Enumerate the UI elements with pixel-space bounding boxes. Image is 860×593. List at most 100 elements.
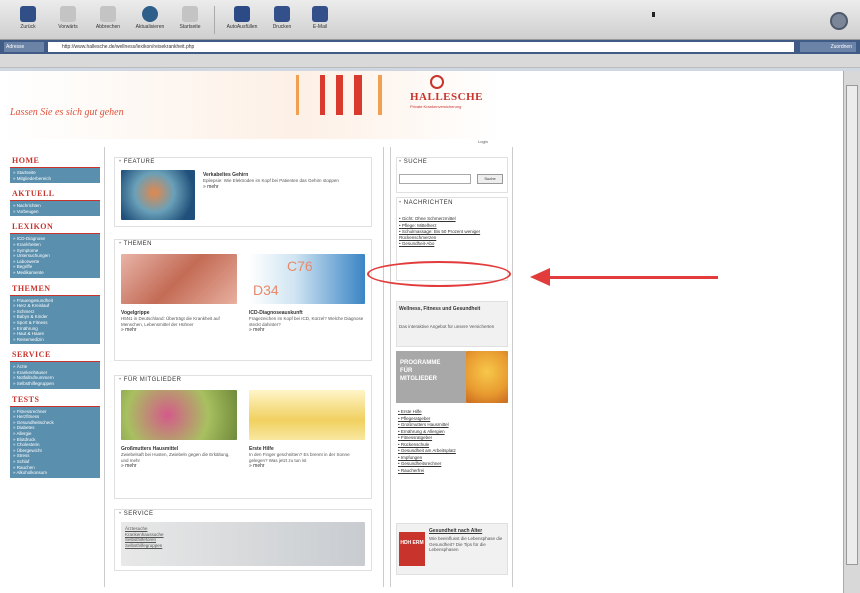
banner-stripe (296, 75, 299, 115)
stop-icon (100, 6, 116, 22)
nav-item[interactable]: » Mitgliederbereich (13, 176, 97, 182)
nav-section: SERVICE» Ärzte» Krankenhäuser» Notfallru… (10, 349, 100, 389)
nav-item[interactable]: » Vorbeugen (13, 209, 97, 215)
refresh-button[interactable]: Aktualisieren (128, 4, 172, 36)
nav-heading[interactable]: HOME (10, 155, 100, 168)
service-box: SERVICE Ärztesuche Krankenhaussuche Selb… (114, 509, 372, 571)
mitglieder-more-link-1[interactable]: » mehr (121, 463, 237, 469)
promo-line: MITGLIEDER (400, 376, 437, 382)
search-button[interactable]: Suche (477, 174, 503, 184)
mitglieder-more-link-2[interactable]: » mehr (249, 463, 365, 469)
nav-items: » ICD-Diagnose» Krankheiten» Symptome» U… (10, 234, 100, 278)
nav-heading[interactable]: THEMEN (10, 282, 100, 296)
age-title[interactable]: Gesundheit nach Alter (429, 528, 505, 534)
mitglieder-image-1[interactable] (121, 390, 237, 440)
mitglieder-text-1: Zwiebelsaft bei Husten, Zwiebeln gegen d… (121, 452, 230, 463)
themen-item-2: ICD-Diagnoseauskunft Fragezeichen im Kop… (249, 310, 365, 333)
stop-button[interactable]: Abbrechen (86, 4, 130, 36)
nav-heading[interactable]: LEXIKON (10, 221, 100, 235)
wellness-box: Wellness, Fitness und Gesundheit Das int… (396, 301, 508, 347)
member-link[interactable]: Gesundheit am Arbeitsplatz (398, 448, 506, 454)
nav-section: AKTUELL» Nachrichten» Vorbeugen (10, 188, 100, 217)
age-badge[interactable]: HDH ERM (399, 532, 425, 566)
member-link[interactable]: Erste Hilfe (398, 409, 506, 415)
nav-heading[interactable]: SERVICE (10, 349, 100, 363)
scrollbar-thumb[interactable] (846, 85, 858, 565)
mitglieder-text-2: In den Finger geschnitten? Es brennt in … (249, 452, 350, 463)
service-title: SERVICE (119, 511, 154, 517)
service-link-4[interactable]: Selbsthilfegruppen (125, 543, 164, 549)
mouse-cursor-icon (652, 12, 655, 17)
mitglieder-item-2: Erste Hilfe In den Finger geschnitten? E… (249, 446, 365, 469)
themen-image-2[interactable]: C76 D34 (249, 254, 365, 304)
home-button[interactable]: Startseite (168, 4, 212, 36)
home-icon (182, 6, 198, 22)
themen-title: THEMEN (119, 241, 152, 247)
nav-item[interactable]: » Reisemedizin (13, 337, 97, 343)
address-label: Adresse (4, 42, 44, 52)
nav-section: THEMEN» Frauengesundheit» Herz & Kreisla… (10, 282, 100, 345)
nav-item[interactable]: » Selbsthilfegruppen (13, 381, 97, 387)
member-link[interactable]: Impfungen (398, 455, 506, 461)
news-item[interactable]: Gicht: Ohne Schmerzmittel (399, 216, 505, 222)
themen-more-link-1[interactable]: » mehr (121, 327, 237, 333)
divider (512, 147, 513, 587)
themen-image-1[interactable] (121, 254, 237, 304)
back-button[interactable]: Zurück (6, 4, 50, 36)
mail-button[interactable]: E-Mail (298, 4, 342, 36)
nav-items: » Ärzte» Krankenhäuser» Notfallrufnummer… (10, 362, 100, 389)
autofill-icon (234, 6, 250, 22)
autofill-button[interactable]: AutoAusfüllen (220, 4, 264, 36)
refresh-icon (142, 6, 158, 22)
member-link[interactable]: Pflegeratgeber (398, 416, 506, 422)
wellness-text: Das interaktive Angebot für unsere Versi… (399, 324, 495, 329)
annotation-arrow (548, 276, 718, 279)
promo-banner[interactable]: PROGRAMME FÜR MITGLIEDER (396, 351, 466, 403)
themen-more-link-2[interactable]: » mehr (249, 327, 365, 333)
member-link[interactable]: Fitnessratgeber (398, 435, 506, 441)
logo[interactable]: HALLESCHE (410, 91, 483, 103)
member-link[interactable]: Großmutters Hausmittel (398, 422, 506, 428)
go-button[interactable]: Zuordnen (800, 42, 856, 52)
nav-heading[interactable]: AKTUELL (10, 188, 100, 202)
news-item[interactable]: Gesundheit-Abo (399, 241, 505, 247)
nav-heading[interactable]: TESTS (10, 393, 100, 407)
divider (104, 147, 105, 587)
mitglieder-image-2[interactable] (249, 390, 365, 440)
feature-image[interactable] (121, 170, 195, 220)
hallesche-logo-icon (430, 75, 444, 89)
nav-items: » Fitnessrechner» Herzfitness» Gesundhei… (10, 406, 100, 478)
site-slogan: Lassen Sie es sich gut gehen (10, 107, 124, 118)
news-item[interactable]: Pflege: Mittelherz (399, 223, 505, 229)
vertical-scrollbar[interactable] (843, 71, 860, 593)
divider (390, 147, 391, 587)
mitglieder-box: FÜR MITGLIEDER Großmutters Hausmittel Zw… (114, 375, 372, 499)
wellness-title: Wellness, Fitness und Gesundheit (399, 306, 481, 312)
member-link[interactable]: Gesundheitsrechner (398, 461, 506, 467)
member-link[interactable]: Raucherfrei (398, 468, 506, 474)
service-links: Ärztesuche Krankenhaussuche Selbsthilfef… (125, 526, 164, 548)
nav-section: HOME» Startseite» Mitgliederbereich (10, 155, 100, 184)
browser-toolbar: Zurück Vorwärts Abbrechen Aktualisieren … (0, 0, 860, 40)
member-link[interactable]: Rückenschule (398, 442, 506, 448)
feature-more-link[interactable]: » mehr (203, 184, 363, 190)
themen-text-1: H5N1 in Deutschland: Überträgt die Krank… (121, 316, 220, 327)
news-item[interactable]: Schulmassage: Bis 50 Prozent weniger Rüc… (399, 229, 505, 240)
address-input[interactable]: http://www.hallesche.de/wellness/lexikon… (48, 42, 794, 52)
promo-image[interactable] (466, 351, 508, 403)
promo-line: FÜR (400, 368, 413, 374)
service-image: Ärztesuche Krankenhaussuche Selbsthilfef… (121, 522, 365, 566)
themen-box: THEMEN C76 D34 Vogelgrippe H5N1 in Deuts… (114, 239, 372, 361)
divider (383, 147, 384, 587)
nav-item[interactable]: » Alkoholkonsum (13, 470, 97, 476)
image-text: D34 (253, 282, 279, 298)
member-link[interactable]: Ernährung & Allergien (398, 429, 506, 435)
forward-button[interactable]: Vorwärts (46, 4, 90, 36)
search-input[interactable] (399, 174, 471, 184)
forward-arrow-icon (60, 6, 76, 22)
nav-section: TESTS» Fitnessrechner» Herzfitness» Gesu… (10, 393, 100, 478)
login-link[interactable]: Login (478, 139, 488, 144)
nav-item[interactable]: » Medikamente (13, 270, 97, 276)
search-title: SUCHE (399, 159, 427, 165)
news-title: NACHRICHTEN (399, 200, 453, 206)
